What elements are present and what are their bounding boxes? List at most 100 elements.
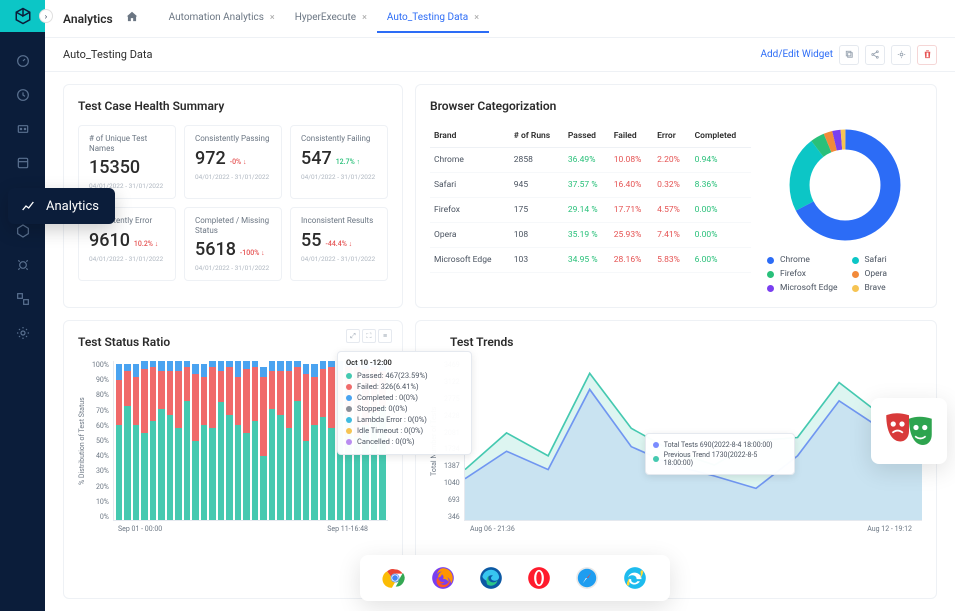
axis-tick: Sep 11-16:48 [327,525,368,533]
nav-realtime-icon[interactable] [12,84,34,106]
panel-title: Test Trends [450,335,922,349]
metric-label: Inconsistent Results [301,216,377,226]
bar [116,361,123,520]
bar [252,361,259,520]
nav-builds-icon[interactable] [12,152,34,174]
nav-dashboard-icon[interactable] [12,50,34,72]
metric-date: 04/01/2022 - 31/01/2022 [89,255,165,263]
delete-button[interactable] [917,45,937,65]
table-row: Safari94537.57 %16.40%0.32%8.36% [430,173,751,198]
table-header: Failed [610,125,653,148]
nav-settings-icon[interactable] [12,322,34,344]
bar [201,361,208,520]
safari-icon [574,565,600,591]
axis-tick: Sep 01 - 00:00 [118,525,162,533]
browser-table: Brand# of RunsPassedFailedErrorCompleted… [430,125,751,273]
nav-debug-icon[interactable] [12,254,34,276]
table-row: Chrome285836.49%10.08%2.20%0.94% [430,148,751,173]
metric-value: 972 -0% ↓ [195,148,271,169]
metric-value: 9610 10.2% ↓ [89,230,165,251]
close-icon[interactable]: × [270,13,275,23]
nav-layers-icon[interactable] [12,288,34,310]
home-icon[interactable] [125,9,139,28]
close-icon[interactable]: × [362,13,367,23]
axis-tick: 90% [92,376,109,384]
bar [124,361,131,520]
tab-auto-testing-data[interactable]: Auto_Testing Data× [377,4,489,33]
copy-button[interactable] [839,45,859,65]
axis-label: % Distribution of Test Status [78,361,86,521]
metric-value: 547 12.7% ↑ [301,148,377,169]
bar [209,361,216,520]
bar [303,361,310,520]
close-icon[interactable]: × [474,13,479,23]
metric-date: 04/01/2022 - 31/01/2022 [301,255,377,263]
table-header: Completed [691,125,751,148]
tab-automation-analytics[interactable]: Automation Analytics× [159,4,285,33]
metric-value: 15350 [89,157,165,178]
bar [294,361,301,520]
axis-tick: Aug 06 - 21:36 [470,525,515,533]
chart-zoom-button[interactable]: ⤢ [346,329,360,343]
axis-tick: 50% [92,437,109,445]
opera-icon [526,565,552,591]
axis-tick: 693 [444,496,460,504]
trends-chart: Total Tests 690(2022-8-4 18:00:00)Previo… [464,361,922,521]
nav-automation-icon[interactable] [12,118,34,140]
metric-card: Inconsistent Results 55 -44.4% ↓ 04/01/202… [290,207,388,281]
axis-tick: 20% [92,483,109,491]
axis-tick: 100% [92,361,109,369]
bar [218,361,225,520]
tooltip: Oct 10 -12:00 Passed: 467(23.59%)Failed:… [337,351,472,455]
bar [226,361,233,520]
chrome-icon [382,565,408,591]
tooltip: Total Tests 690(2022-8-4 18:00:00)Previo… [645,433,795,475]
metric-value: 55 -44.4% ↓ [301,230,377,251]
table-row: Microsoft Edge10334.95 %28.16%5.83%6.00% [430,248,751,273]
metric-label: Completed / Missing Status [195,216,271,235]
bar [243,361,250,520]
axis-tick: 10% [92,498,109,506]
panel-title: Test Status Ratio [78,335,388,349]
metric-card: Consistently Failing547 12.7% ↑04/01/202… [290,125,388,199]
chart-menu-button[interactable]: ≡ [378,329,392,343]
legend-item: Firefox [767,269,838,279]
axis-tick: 80% [92,391,109,399]
add-edit-widget-link[interactable]: Add/Edit Widget [761,49,833,60]
bar [311,361,318,520]
axis-tick: 70% [92,407,109,415]
metric-card: Consistently Passing972 -0% ↓04/01/2022 … [184,125,282,199]
metric-label: # of Unique Test Names [89,134,165,153]
sidebar-toggle-icon[interactable]: › [39,9,53,23]
bar [167,361,174,520]
legend-item: Microsoft Edge [767,283,838,293]
donut-chart [785,125,905,245]
settings-button[interactable] [891,45,911,65]
chart-fullscreen-button[interactable]: ⛶ [362,329,376,343]
breadcrumb: Auto_Testing Data [63,48,153,61]
metric-label: Consistently Passing [195,134,271,144]
bar [133,361,140,520]
bar [141,361,148,520]
ratio-panel: Test Status Ratio ⤢ ⛶ ≡ % Distribution o… [63,320,403,599]
table-row: Firefox17529.14 %17.71%4.57%0.00% [430,198,751,223]
bar [260,361,267,520]
browser-panel: Browser Categorization Brand# of RunsPas… [415,84,937,308]
metric-value: 5618 -100% ↓ [195,239,271,260]
analytics-callout[interactable]: Analytics [8,188,115,224]
bar [175,361,182,520]
masks-icon [871,398,947,464]
axis-tick: 1040 [444,479,460,487]
axis-tick: 1387 [444,462,460,470]
browser-icons-row [360,555,670,601]
panel-title: Test Case Health Summary [78,99,388,113]
bar [320,361,327,520]
logo[interactable]: › [0,0,45,32]
bar [158,361,165,520]
tab-hyperexecute[interactable]: HyperExecute× [285,4,377,33]
share-button[interactable] [865,45,885,65]
panel-title: Browser Categorization [430,99,922,113]
edge-icon [478,565,504,591]
table-header: Error [653,125,691,148]
bar [286,361,293,520]
